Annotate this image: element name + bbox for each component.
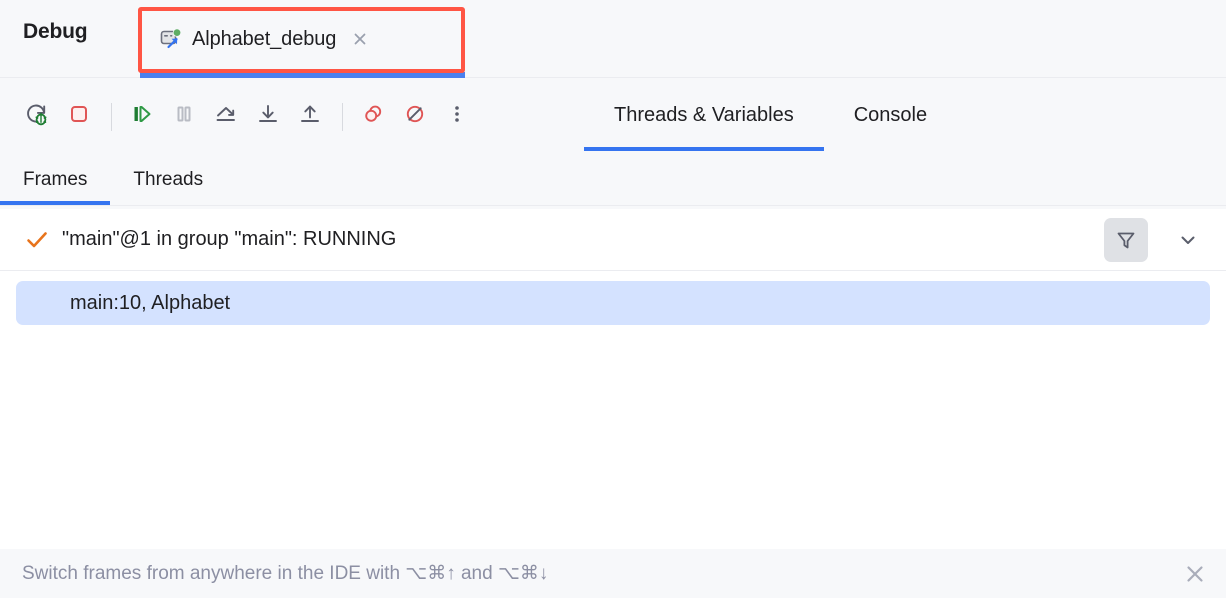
- page-title: Debug: [23, 20, 87, 44]
- thread-row-actions: [1104, 218, 1210, 262]
- debug-tool-window-header: Debug Alphabet_debug: [0, 0, 1226, 78]
- stop-icon: [66, 101, 92, 132]
- rerun-debug-icon: [24, 101, 50, 132]
- run-configuration-icon: [159, 27, 183, 51]
- resume-program-icon: [129, 101, 155, 132]
- subtab-threads[interactable]: Threads: [110, 154, 226, 205]
- view-breakpoints-button[interactable]: [354, 98, 392, 136]
- mute-breakpoints-icon: [402, 101, 428, 132]
- frame-list-item[interactable]: main:10, Alphabet: [16, 281, 1210, 325]
- debug-toolbar: Threads & Variables Console: [0, 79, 1226, 154]
- step-into-button[interactable]: [249, 98, 287, 136]
- resume-button[interactable]: [123, 98, 161, 136]
- step-out-icon: [297, 101, 323, 132]
- close-icon[interactable]: [1180, 559, 1210, 589]
- mute-breakpoints-button[interactable]: [396, 98, 434, 136]
- thread-row[interactable]: "main"@1 in group "main": RUNNING: [0, 209, 1226, 271]
- step-into-icon: [255, 101, 281, 132]
- chevron-down-icon[interactable]: [1166, 218, 1210, 262]
- view-breakpoints-icon: [360, 101, 386, 132]
- hint-bar: Switch frames from anywhere in the IDE w…: [0, 549, 1226, 598]
- debug-view-tabs: Threads & Variables Console: [584, 79, 957, 154]
- rerun-debug-button[interactable]: [18, 98, 56, 136]
- tab-console[interactable]: Console: [824, 79, 957, 151]
- close-icon[interactable]: [350, 29, 370, 49]
- step-over-icon: [213, 101, 239, 132]
- pause-button: [165, 98, 203, 136]
- step-over-button[interactable]: [207, 98, 245, 136]
- stop-button[interactable]: [60, 98, 98, 136]
- toolbar-separator: [342, 103, 343, 131]
- hint-text: Switch frames from anywhere in the IDE w…: [22, 562, 548, 585]
- checkmark-icon: [24, 227, 50, 253]
- filter-funnel-icon[interactable]: [1104, 218, 1148, 262]
- pause-program-icon: [171, 101, 197, 132]
- frames-threads-subtabs: Frames Threads: [0, 154, 1226, 208]
- debug-toolbar-buttons: [18, 79, 480, 154]
- active-tab-underline: [140, 72, 465, 78]
- tab-threads-and-variables[interactable]: Threads & Variables: [584, 79, 824, 151]
- toolbar-separator: [111, 103, 112, 131]
- subtab-frames[interactable]: Frames: [0, 154, 110, 205]
- run-configuration-tab[interactable]: Alphabet_debug: [145, 10, 384, 68]
- frame-list: main:10, Alphabet: [0, 281, 1226, 325]
- tab-label: Threads & Variables: [614, 104, 794, 127]
- more-vertical-icon: [444, 101, 470, 132]
- subtab-label: Threads: [133, 169, 203, 191]
- frames-panel: "main"@1 in group "main": RUNNING main:1…: [0, 209, 1226, 549]
- subtab-label: Frames: [23, 169, 87, 191]
- subtabs-divider: [0, 205, 1226, 206]
- frame-label: main:10, Alphabet: [70, 292, 230, 315]
- run-configuration-label: Alphabet_debug: [192, 28, 336, 51]
- step-out-button[interactable]: [291, 98, 329, 136]
- more-options-button[interactable]: [438, 98, 476, 136]
- thread-status-label: "main"@1 in group "main": RUNNING: [62, 228, 396, 251]
- tab-label: Console: [854, 104, 927, 127]
